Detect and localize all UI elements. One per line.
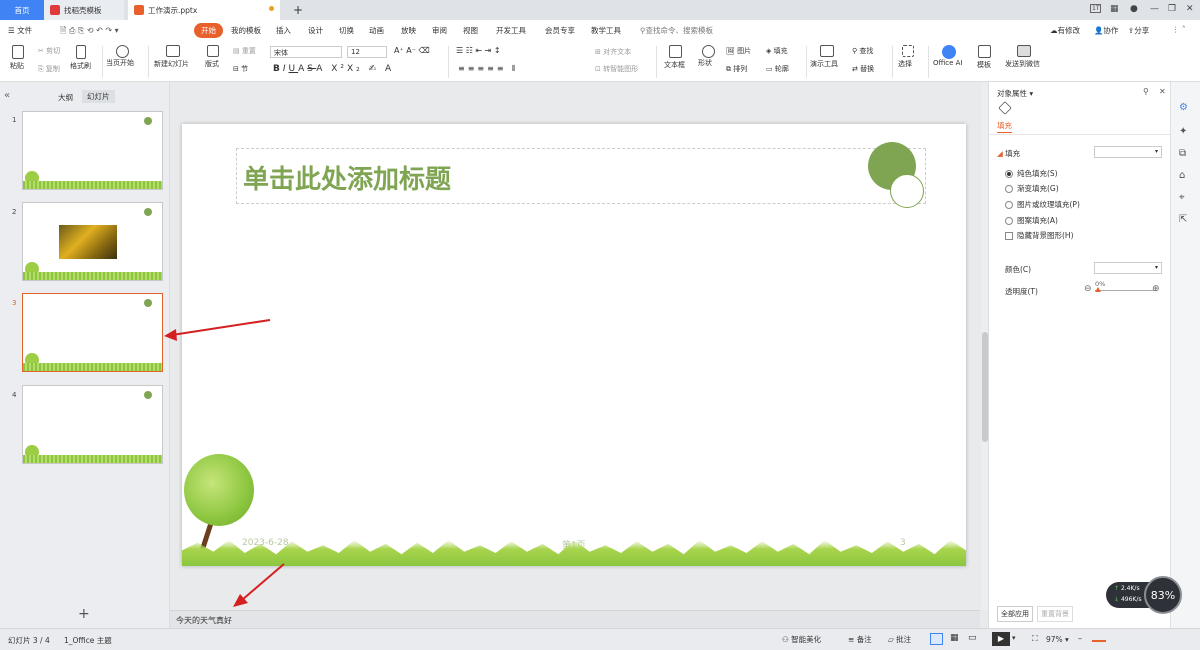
transition-icon[interactable]: ⧉: [1179, 148, 1186, 159]
slideshow-dropdown-icon[interactable]: ▾: [1012, 634, 1016, 642]
cpu-percent: 83%: [1150, 588, 1176, 602]
backup-icon[interactable]: ⌂: [1179, 170, 1185, 181]
arrow-to-notes: [241, 563, 285, 601]
up-arrow-icon: ↑: [1114, 585, 1120, 592]
notes-button[interactable]: ≡ 备注: [848, 634, 872, 645]
radio-icon: [1005, 185, 1013, 193]
radio-pattern-fill-label: 图案填充(A): [1017, 216, 1058, 225]
zoom-level[interactable]: 97% ▾: [1046, 635, 1069, 644]
cpu-gauge[interactable]: 83%: [1144, 576, 1182, 614]
radio-icon: [1005, 201, 1013, 209]
radio-solid-fill-label: 纯色填充(S): [1017, 169, 1058, 178]
apply-all-label: 全部应用: [1001, 610, 1029, 618]
arrow-to-thumbnail: [171, 319, 271, 336]
fit-window-icon[interactable]: ⛶: [1032, 634, 1038, 644]
apply-all-button[interactable]: 全部应用: [997, 606, 1033, 622]
radio-gradient-fill-label: 渐变填充(G): [1017, 184, 1059, 193]
chevron-down-icon: ▾: [1154, 148, 1158, 155]
transparency-slider[interactable]: [1095, 287, 1157, 292]
side-toolbar: ⚙ ✦ ⧉ ⌂ ⌖ ⇱: [1170, 82, 1200, 628]
smart-beautify-button[interactable]: ⚇ 智能美化: [782, 634, 821, 645]
transparency-label: 透明度(T): [1005, 287, 1038, 296]
close-panel-icon[interactable]: ✕: [1159, 87, 1166, 96]
decrease-icon[interactable]: ⊖: [1084, 284, 1092, 294]
upload-speed: ↑ 2.4K/s: [1114, 585, 1140, 592]
comments-label: 批注: [896, 635, 912, 644]
tab-fill[interactable]: 填充: [997, 120, 1012, 133]
collapse-triangle-icon: ◢: [997, 149, 1003, 158]
chevron-down-icon: ▾: [1154, 264, 1158, 271]
comments-button[interactable]: ▱ 批注: [888, 634, 911, 645]
fill-section-label: 填充: [1005, 149, 1021, 158]
smart-beautify-label: 智能美化: [791, 635, 822, 644]
properties-icon[interactable]: ⚙: [1179, 102, 1188, 113]
reset-background-label: 重置背景: [1041, 610, 1069, 618]
notes-pane[interactable]: 今天的天气真好: [170, 610, 980, 628]
down-arrow-icon: ↓: [1114, 596, 1120, 603]
radio-icon: [1005, 217, 1013, 225]
radio-pattern-fill[interactable]: 图案填充(A): [1005, 215, 1058, 226]
panel-title-label: 对象属性: [997, 89, 1027, 98]
slider-handle[interactable]: [1095, 287, 1101, 292]
location-icon[interactable]: ⌖: [1179, 192, 1185, 203]
radio-picture-fill-label: 图片或纹理填充(P): [1017, 200, 1080, 209]
color-label: 颜色(C): [1005, 265, 1032, 274]
notes-icon: ≡: [848, 635, 855, 644]
object-properties-panel: 对象属性 ▾ ⚲ ✕ 填充 ◢ 填充 ▾ 纯色填充(S) 渐变填充(G) 图片或…: [988, 82, 1171, 628]
radio-gradient-fill[interactable]: 渐变填充(G): [1005, 183, 1059, 194]
radio-solid-fill[interactable]: 纯色填充(S): [1005, 168, 1058, 179]
fill-bucket-icon: [998, 101, 1012, 115]
checkbox-icon: [1005, 232, 1013, 240]
fill-type-select[interactable]: ▾: [1094, 146, 1162, 158]
radio-icon: [1005, 170, 1013, 178]
download-speed: ↓ 496K/s: [1114, 596, 1142, 603]
notes-text: 今天的天气真好: [176, 616, 232, 625]
sorter-view-icon[interactable]: ▦: [950, 633, 959, 643]
pin-icon[interactable]: ⚲: [1143, 87, 1149, 96]
hide-background-checkbox[interactable]: 隐藏背景图形(H): [1005, 230, 1074, 241]
panel-title[interactable]: 对象属性 ▾: [997, 88, 1033, 99]
zoom-slider[interactable]: [1092, 640, 1106, 642]
upload-speed-value: 2.4K/s: [1120, 585, 1140, 592]
zoom-out-icon[interactable]: –: [1078, 634, 1082, 643]
download-speed-value: 496K/s: [1120, 596, 1142, 603]
increase-icon[interactable]: ⊕: [1152, 284, 1160, 294]
share-side-icon[interactable]: ⇱: [1179, 214, 1187, 225]
fill-section-header[interactable]: ◢ 填充: [997, 148, 1020, 159]
status-bar: 幻灯片 3 / 4 1_Office 主题 ⚇ 智能美化 ≡ 备注 ▱ 批注 ▦…: [0, 628, 1200, 650]
divider: [989, 134, 1171, 135]
beautify-icon: ⚇: [782, 635, 789, 644]
play-slideshow-button[interactable]: ▶: [992, 632, 1010, 646]
normal-view-button[interactable]: [930, 633, 943, 645]
notes-label: 备注: [856, 635, 872, 644]
hide-background-label: 隐藏背景图形(H): [1017, 231, 1074, 240]
theme-name[interactable]: 1_Office 主题: [64, 635, 112, 646]
reset-background-button[interactable]: 重置背景: [1037, 606, 1073, 622]
zoom-level-value: 97%: [1046, 635, 1063, 644]
reading-view-icon[interactable]: ▭: [968, 633, 977, 643]
comment-icon: ▱: [888, 635, 894, 644]
radio-picture-fill[interactable]: 图片或纹理填充(P): [1005, 199, 1080, 210]
slide-counter: 幻灯片 3 / 4: [8, 636, 50, 645]
tab-fill-label: 填充: [997, 121, 1012, 130]
animation-icon[interactable]: ✦: [1179, 126, 1187, 137]
color-select[interactable]: ▾: [1094, 262, 1162, 274]
arrow-head: [164, 329, 177, 341]
